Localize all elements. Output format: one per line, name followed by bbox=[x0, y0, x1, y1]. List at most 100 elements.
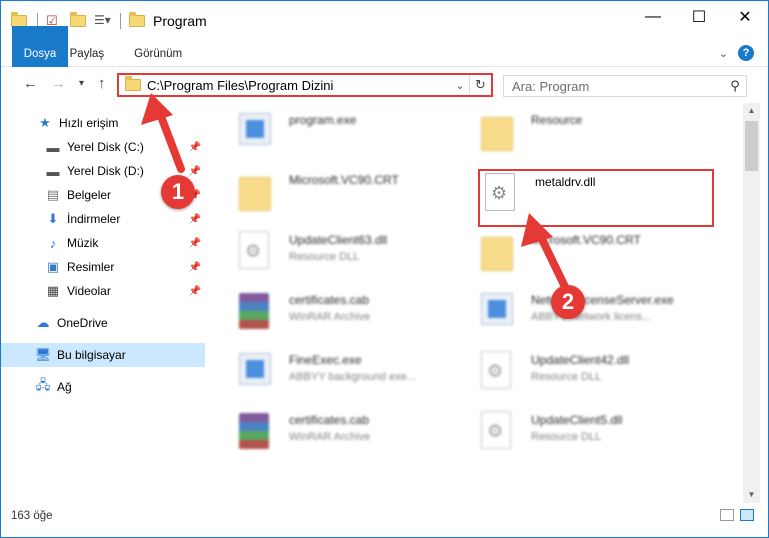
recent-locations-button[interactable]: ▾ bbox=[79, 78, 84, 89]
file-item[interactable]: UpdateClient5.dll Resource DLL bbox=[477, 407, 717, 463]
sidebar-item-pictures[interactable]: ▣ Resimler 📌 bbox=[1, 255, 205, 279]
new-folder-icon[interactable] bbox=[70, 12, 88, 29]
star-icon: ★ bbox=[39, 115, 51, 130]
dll-icon bbox=[239, 231, 269, 269]
ribbon-tabs: Dosya Giriş Paylaş Görünüm ⌄ ? bbox=[1, 25, 768, 82]
tab-view[interactable]: Görünüm bbox=[119, 41, 197, 67]
download-icon: ⬇ bbox=[47, 211, 59, 226]
help-icon[interactable]: ? bbox=[738, 45, 754, 61]
toolbar-divider bbox=[120, 13, 121, 29]
file-type: WinRAR Archive bbox=[289, 311, 371, 323]
sidebar-item-label: Videolar bbox=[67, 284, 111, 298]
search-icon[interactable]: ⚲ bbox=[724, 78, 746, 94]
pictures-icon: ▣ bbox=[46, 259, 60, 274]
step-1-badge: 1 bbox=[161, 175, 195, 209]
sidebar-item-network[interactable]: 🖧 Ağ bbox=[1, 375, 205, 399]
sidebar-item-this-pc[interactable]: 🖥 Bu bilgisayar bbox=[1, 343, 205, 367]
pin-icon: 📌 bbox=[188, 141, 201, 153]
file-name: Resource bbox=[531, 113, 583, 127]
sidebar-item-downloads[interactable]: ⬇ İndirmeler 📌 bbox=[1, 207, 205, 231]
file-name: UpdateClient42.dll bbox=[531, 353, 630, 367]
computer-icon: 🖥 bbox=[34, 347, 52, 362]
file-item[interactable]: NetworkLicenseServer.exe ABBYY Network l… bbox=[477, 287, 717, 343]
scroll-down-icon[interactable]: ▼ bbox=[743, 487, 760, 503]
item-count: 163 öğe bbox=[11, 510, 53, 522]
sidebar-item-label: Bu bilgisayar bbox=[57, 348, 126, 362]
file-item[interactable]: FineExec.exe ABBYY background exe... bbox=[235, 347, 475, 403]
network-icon: 🖧 bbox=[35, 377, 51, 392]
exe-icon bbox=[239, 353, 271, 385]
pin-icon: 📌 bbox=[188, 213, 201, 225]
file-type: ABBYY Network licens... bbox=[531, 311, 652, 323]
back-button[interactable]: ← bbox=[23, 75, 38, 92]
sidebar-item-label: Yerel Disk (C:) bbox=[67, 140, 144, 154]
folder-icon bbox=[125, 76, 141, 91]
sidebar-item-label: Ağ bbox=[57, 380, 72, 394]
status-bar: 163 öğe bbox=[1, 505, 768, 527]
file-type: Resource DLL bbox=[289, 251, 360, 263]
file-name: Microsoft.VC90.CRT bbox=[289, 173, 399, 187]
scrollbar-thumb[interactable] bbox=[745, 121, 758, 171]
chevron-down-icon[interactable]: ⌄ bbox=[719, 47, 728, 60]
details-view-icon[interactable] bbox=[720, 509, 734, 521]
sidebar-item-music[interactable]: ♪ Müzik 📌 bbox=[1, 231, 205, 255]
vertical-scrollbar[interactable]: ▲ ▼ bbox=[743, 103, 760, 503]
sidebar-item-label: Resimler bbox=[67, 260, 115, 274]
file-item[interactable]: certificates.cab WinRAR Archive bbox=[235, 287, 475, 343]
maximize-button[interactable]: ☐ bbox=[676, 1, 722, 33]
music-icon: ♪ bbox=[49, 235, 57, 251]
large-icons-view-icon[interactable] bbox=[740, 509, 754, 521]
sidebar-item-label: Hızlı erişim bbox=[59, 116, 119, 130]
file-type: Resource DLL bbox=[531, 371, 602, 383]
sidebar-item-label: Müzik bbox=[67, 236, 99, 250]
sidebar-item-label: Yerel Disk (D:) bbox=[67, 164, 144, 178]
pin-icon: 📌 bbox=[188, 261, 201, 273]
window-controls: — ☐ ✕ bbox=[630, 1, 768, 33]
up-button[interactable]: ↑ bbox=[98, 75, 106, 92]
address-dropdown-icon[interactable]: ⌄ bbox=[451, 79, 469, 92]
pin-icon: 📌 bbox=[188, 165, 201, 177]
address-path[interactable]: C:\Program Files\Program Dizini bbox=[147, 78, 451, 93]
file-type: ABBYY background exe... bbox=[289, 371, 416, 383]
sidebar-item-drive-c[interactable]: ▬ Yerel Disk (C:) 📌 bbox=[1, 135, 205, 159]
file-item[interactable]: UpdateClient42.dll Resource DLL bbox=[477, 347, 717, 403]
file-name: UpdateClient5.dll bbox=[531, 413, 623, 427]
customize-toolbar-icon[interactable]: ☰▾ bbox=[94, 13, 112, 29]
scroll-up-icon[interactable]: ▲ bbox=[743, 103, 760, 119]
file-name: certificates.cab bbox=[289, 293, 370, 307]
file-item[interactable]: Microsoft.VC90.CRT bbox=[477, 227, 717, 283]
file-name: UpdateClient63.dll bbox=[289, 233, 388, 247]
close-button[interactable]: ✕ bbox=[722, 1, 768, 33]
refresh-icon[interactable]: ↻ bbox=[469, 75, 491, 95]
search-box[interactable]: Ara: Program ⚲ bbox=[503, 75, 747, 97]
file-item[interactable]: Microsoft.VC90.CRT bbox=[235, 167, 475, 223]
sidebar-item-onedrive[interactable]: ☁ OneDrive bbox=[1, 311, 205, 335]
navigation-bar: ← → ▾ ↑ C:\Program Files\Program Dizini … bbox=[1, 67, 768, 103]
dll-icon bbox=[481, 411, 511, 449]
file-item[interactable]: Resource bbox=[477, 107, 717, 163]
file-item[interactable]: UpdateClient63.dll Resource DLL bbox=[235, 227, 475, 283]
view-buttons bbox=[720, 509, 754, 521]
address-bar[interactable]: C:\Program Files\Program Dizini ⌄ ↻ bbox=[117, 73, 493, 97]
forward-button[interactable]: → bbox=[51, 75, 66, 92]
cloud-icon: ☁ bbox=[36, 315, 50, 330]
file-name: certificates.cab bbox=[289, 413, 370, 427]
file-item[interactable]: certificates.cab WinRAR Archive bbox=[235, 407, 475, 463]
file-list: program.exe Resource Microsoft.VC90.CRT … bbox=[207, 103, 743, 503]
file-name: program.exe bbox=[289, 113, 357, 127]
sidebar-item-videos[interactable]: ▦ Videolar 📌 bbox=[1, 279, 205, 303]
ribbon-right: ⌄ ? bbox=[719, 45, 754, 61]
rar-icon bbox=[239, 413, 269, 449]
search-input[interactable]: Ara: Program bbox=[504, 79, 724, 94]
file-item[interactable]: program.exe bbox=[235, 107, 475, 163]
file-type: Resource DLL bbox=[531, 431, 602, 443]
window-title: Program bbox=[153, 13, 207, 29]
drive-icon: ▬ bbox=[46, 163, 60, 179]
minimize-button[interactable]: — bbox=[630, 1, 676, 33]
title-bar: ☑ ☰▾ Program — ☐ ✕ bbox=[1, 1, 768, 41]
folder-icon bbox=[481, 237, 513, 271]
drive-icon: ▬ bbox=[46, 139, 60, 155]
sidebar-item-quick-access[interactable]: ★ Hızlı erişim bbox=[1, 111, 205, 135]
file-name: Microsoft.VC90.CRT bbox=[531, 233, 641, 247]
sidebar-item-label: OneDrive bbox=[57, 316, 108, 330]
